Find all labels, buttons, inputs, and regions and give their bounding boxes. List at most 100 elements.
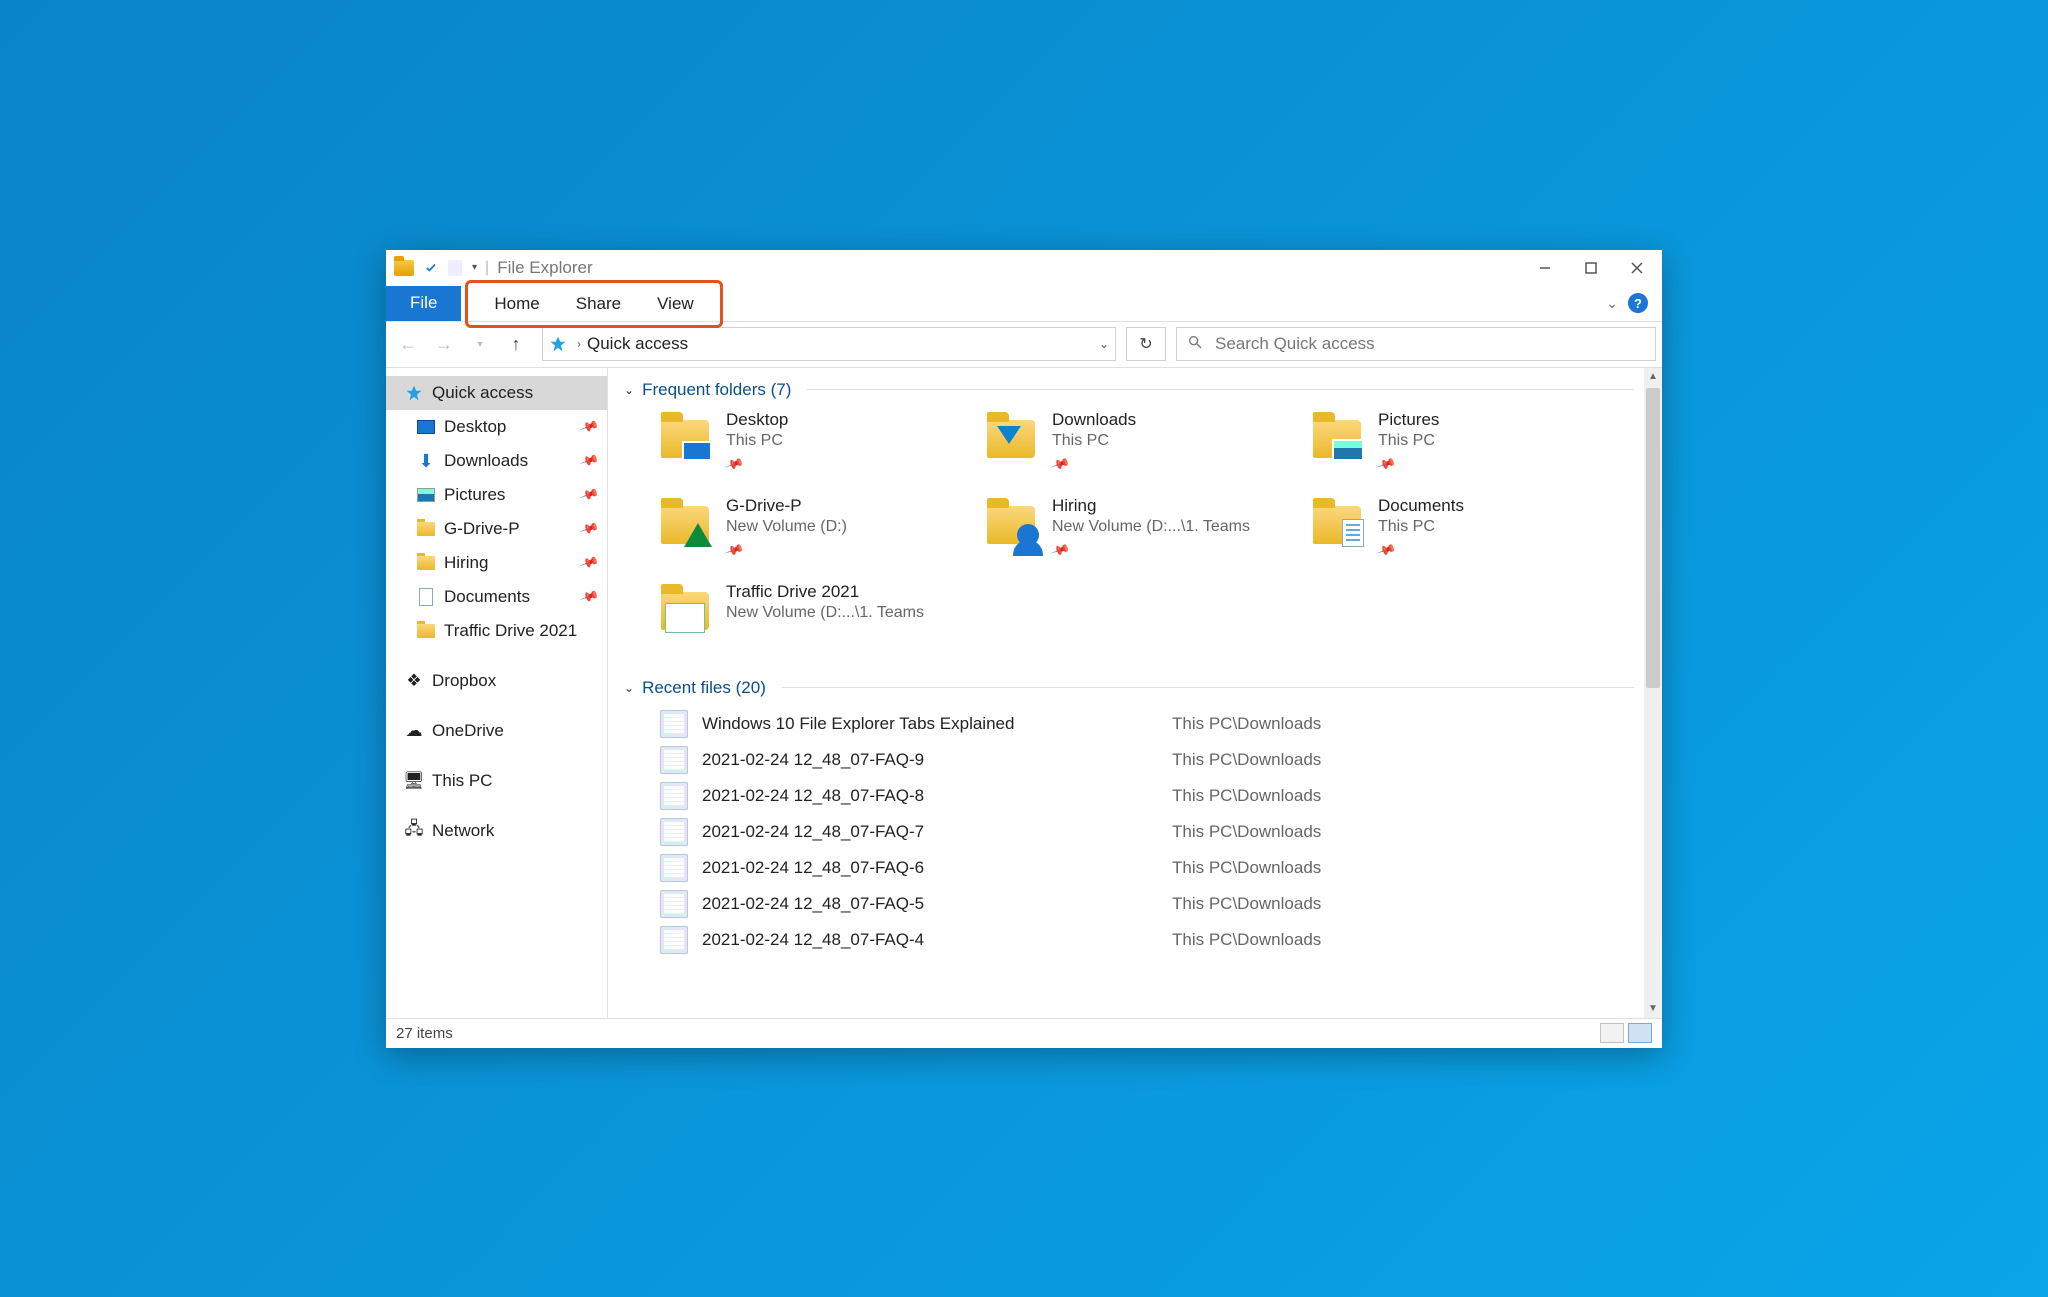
pin-icon: 📌 (1375, 453, 1394, 473)
file-path: This PC\Downloads (1172, 750, 1321, 770)
folder-name: G-Drive-P (726, 496, 847, 516)
file-row[interactable]: 2021-02-24 12_48_07-FAQ-8This PC\Downloa… (642, 778, 1634, 814)
file-path: This PC\Downloads (1172, 930, 1321, 950)
network-icon: 🖧 (404, 821, 424, 841)
sidebar-network[interactable]: 🖧 Network (386, 814, 607, 848)
pin-icon: 📌 (578, 450, 599, 471)
folder-traffic-drive-2021[interactable]: Traffic Drive 2021New Volume (D:...\1. T… (658, 580, 954, 660)
minimize-button[interactable] (1522, 250, 1568, 286)
status-bar: 27 items (386, 1018, 1662, 1048)
up-button[interactable]: ↑ (500, 328, 532, 360)
tab-view[interactable]: View (639, 294, 712, 314)
folder-desktop[interactable]: DesktopThis PC📌 (658, 408, 954, 488)
sidebar-onedrive[interactable]: ☁ OneDrive (386, 714, 607, 748)
folder-location: New Volume (D:...\1. Teams (726, 604, 924, 622)
sidebar-item-pictures[interactable]: Pictures📌 (386, 478, 607, 512)
pin-icon: 📌 (578, 416, 599, 437)
sidebar-item-downloads[interactable]: ⬇ Downloads 📌 (386, 444, 607, 478)
expand-ribbon-icon[interactable]: ⌄ (1606, 295, 1618, 312)
quick-access-star-icon (549, 335, 567, 353)
tab-share[interactable]: Share (558, 294, 639, 314)
file-row[interactable]: 2021-02-24 12_48_07-FAQ-9This PC\Downloa… (642, 742, 1634, 778)
file-row[interactable]: 2021-02-24 12_48_07-FAQ-4This PC\Downloa… (642, 922, 1634, 958)
sidebar-item-label: Traffic Drive 2021 (444, 621, 577, 641)
folder-icon (416, 519, 436, 539)
breadcrumb-sep-icon: › (577, 337, 581, 351)
search-input[interactable]: Search Quick access (1176, 327, 1656, 361)
qat-customize-icon[interactable]: ▾ (472, 262, 477, 273)
folder-hiring[interactable]: HiringNew Volume (D:...\1. Teams📌 (984, 494, 1280, 574)
file-path: This PC\Downloads (1172, 894, 1321, 914)
folder-location: This PC (1378, 432, 1439, 450)
details-view-button[interactable] (1600, 1023, 1624, 1043)
sidebar-item-desktop[interactable]: Desktop 📌 (386, 410, 607, 444)
breadcrumb-location[interactable]: Quick access (587, 334, 688, 354)
sidebar-item-hiring[interactable]: Hiring📌 (386, 546, 607, 580)
address-dropdown-icon[interactable]: ⌄ (1099, 337, 1109, 351)
file-name: 2021-02-24 12_48_07-FAQ-6 (702, 858, 1172, 878)
chevron-down-icon: ⌄ (624, 681, 634, 695)
folder-name: Hiring (1052, 496, 1250, 516)
recent-locations-icon[interactable]: ▾ (464, 328, 496, 360)
app-icon[interactable] (394, 260, 414, 276)
file-tab[interactable]: File (386, 286, 461, 321)
forward-button[interactable]: → (428, 328, 460, 360)
file-row[interactable]: 2021-02-24 12_48_07-FAQ-5This PC\Downloa… (642, 886, 1634, 922)
sidebar-item-g-drive-p[interactable]: G-Drive-P📌 (386, 512, 607, 546)
folder-location: This PC (1378, 518, 1464, 536)
scrollbar[interactable]: ▲ ▼ (1644, 368, 1662, 1018)
sidebar-item-label: This PC (432, 771, 492, 791)
navigation-pane: Quick access Desktop 📌 ⬇ Downloads 📌 Pictures… (386, 368, 608, 1018)
folder-documents[interactable]: DocumentsThis PC📌 (1310, 494, 1606, 574)
doc-icon (416, 587, 436, 607)
image-file-icon (660, 890, 688, 918)
onedrive-icon: ☁ (404, 721, 424, 741)
scroll-up-icon[interactable]: ▲ (1644, 368, 1662, 386)
folder-location: New Volume (D:) (726, 518, 847, 536)
folder-downloads[interactable]: DownloadsThis PC📌 (984, 408, 1280, 488)
maximize-button[interactable] (1568, 250, 1614, 286)
image-file-icon (660, 782, 688, 810)
file-row[interactable]: 2021-02-24 12_48_07-FAQ-7This PC\Downloa… (642, 814, 1634, 850)
refresh-button[interactable]: ↻ (1126, 327, 1166, 361)
scrollbar-thumb[interactable] (1646, 388, 1660, 688)
sidebar-dropbox[interactable]: ❖ Dropbox (386, 664, 607, 698)
star-icon (404, 383, 424, 403)
folder-g-drive-p[interactable]: G-Drive-PNew Volume (D:)📌 (658, 494, 954, 574)
folder-icon (1310, 412, 1364, 466)
download-icon: ⬇ (416, 451, 436, 471)
chevron-down-icon: ⌄ (624, 383, 634, 397)
address-bar[interactable]: › Quick access ⌄ (542, 327, 1116, 361)
file-name: Windows 10 File Explorer Tabs Explained (702, 714, 1172, 734)
folder-pictures[interactable]: PicturesThis PC📌 (1310, 408, 1606, 488)
group-header-frequent[interactable]: ⌄ Frequent folders (7) (624, 376, 1634, 408)
scroll-down-icon[interactable]: ▼ (1644, 1000, 1662, 1018)
sidebar-item-label: Desktop (444, 417, 506, 437)
sidebar-quick-access[interactable]: Quick access (386, 376, 607, 410)
thumbnails-view-button[interactable] (1628, 1023, 1652, 1043)
folder-location: This PC (1052, 432, 1136, 450)
group-header-recent[interactable]: ⌄ Recent files (20) (624, 674, 1634, 706)
sidebar-traffic-drive[interactable]: Traffic Drive 2021 (386, 614, 607, 648)
file-name: 2021-02-24 12_48_07-FAQ-5 (702, 894, 1172, 914)
image-file-icon (660, 818, 688, 846)
help-icon[interactable]: ? (1628, 293, 1648, 313)
sidebar-item-label: Dropbox (432, 671, 496, 691)
file-name: 2021-02-24 12_48_07-FAQ-8 (702, 786, 1172, 806)
group-label: Recent files (20) (642, 678, 766, 698)
sidebar-item-label: Downloads (444, 451, 528, 471)
image-file-icon (660, 710, 688, 738)
file-row[interactable]: 2021-02-24 12_48_07-FAQ-6This PC\Downloa… (642, 850, 1634, 886)
close-button[interactable] (1614, 250, 1660, 286)
sidebar-thispc[interactable]: 🖥 This PC (386, 764, 607, 798)
group-label: Frequent folders (7) (642, 380, 791, 400)
file-path: This PC\Downloads (1172, 858, 1321, 878)
back-button[interactable]: ← (392, 328, 424, 360)
qat-properties-icon[interactable] (422, 259, 440, 277)
tab-home[interactable]: Home (476, 294, 557, 314)
file-explorer-window: ▾ | File Explorer File Home Share View ⌄… (386, 250, 1662, 1048)
qat-newfolder-icon[interactable] (448, 260, 462, 276)
sidebar-item-documents[interactable]: Documents📌 (386, 580, 607, 614)
folder-location: This PC (726, 432, 788, 450)
file-row[interactable]: Windows 10 File Explorer Tabs ExplainedT… (642, 706, 1634, 742)
